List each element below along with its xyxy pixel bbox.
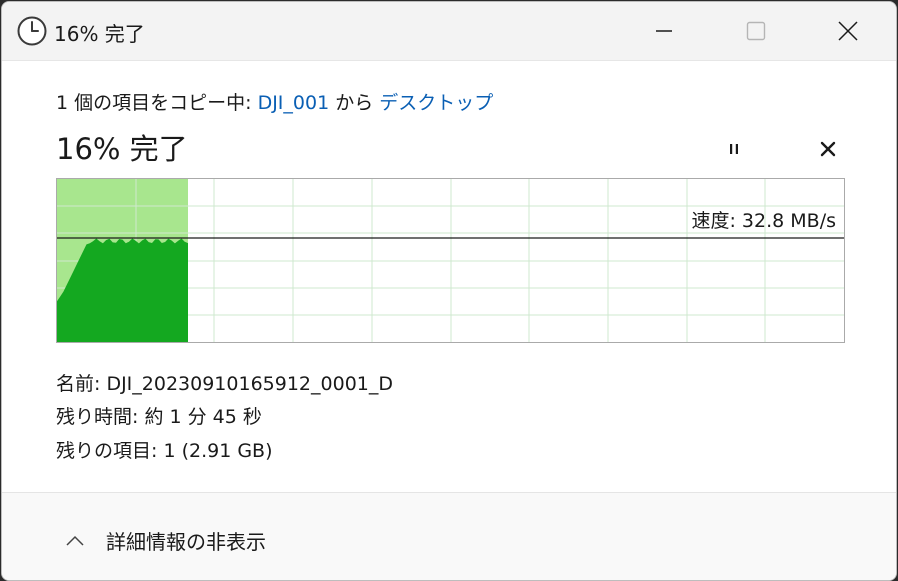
speed-graph: 速度: 32.8 MB/s [56,178,845,343]
minimize-button[interactable] [618,2,710,60]
maximize-icon [746,21,766,41]
hide-details-button[interactable]: 詳細情報の非表示 [60,520,266,560]
hide-details-label: 詳細情報の非表示 [106,529,266,554]
chevron-up-icon [66,535,84,546]
speed-label: 速度: 32.8 MB/s [691,210,836,232]
copy-middle: から [329,92,380,114]
copy-progress-dialog: 16% 完了 1 個の項目をコピー中: DJI_001 から デスクトップ 16… [1,1,897,581]
speed-graph-canvas [57,179,844,342]
time-remaining: 残り時間: 約 1 分 45 秒 [56,406,262,428]
minimize-icon [656,30,672,32]
title-bar: 16% 完了 [2,2,896,61]
copy-summary: 1 個の項目をコピー中: DJI_001 から デスクトップ [56,88,493,115]
items-remaining: 残りの項目: 1 (2.91 GB) [56,440,273,462]
pause-button[interactable] [719,134,749,164]
source-link[interactable]: DJI_001 [258,92,330,114]
window-title: 16% 完了 [54,22,145,46]
footer-divider [2,492,896,493]
destination-link[interactable]: デスクトップ [379,92,493,114]
cancel-icon [820,141,836,157]
progress-status: 16% 完了 [56,132,188,166]
maximize-button [710,2,802,60]
close-icon [838,21,858,41]
copy-prefix: 1 個の項目をコピー中: [56,92,258,114]
close-button[interactable] [802,2,894,60]
pause-icon [730,144,738,154]
clock-icon [16,15,48,47]
cancel-button[interactable] [813,134,843,164]
file-name: 名前: DJI_20230910165912_0001_D [56,373,393,395]
